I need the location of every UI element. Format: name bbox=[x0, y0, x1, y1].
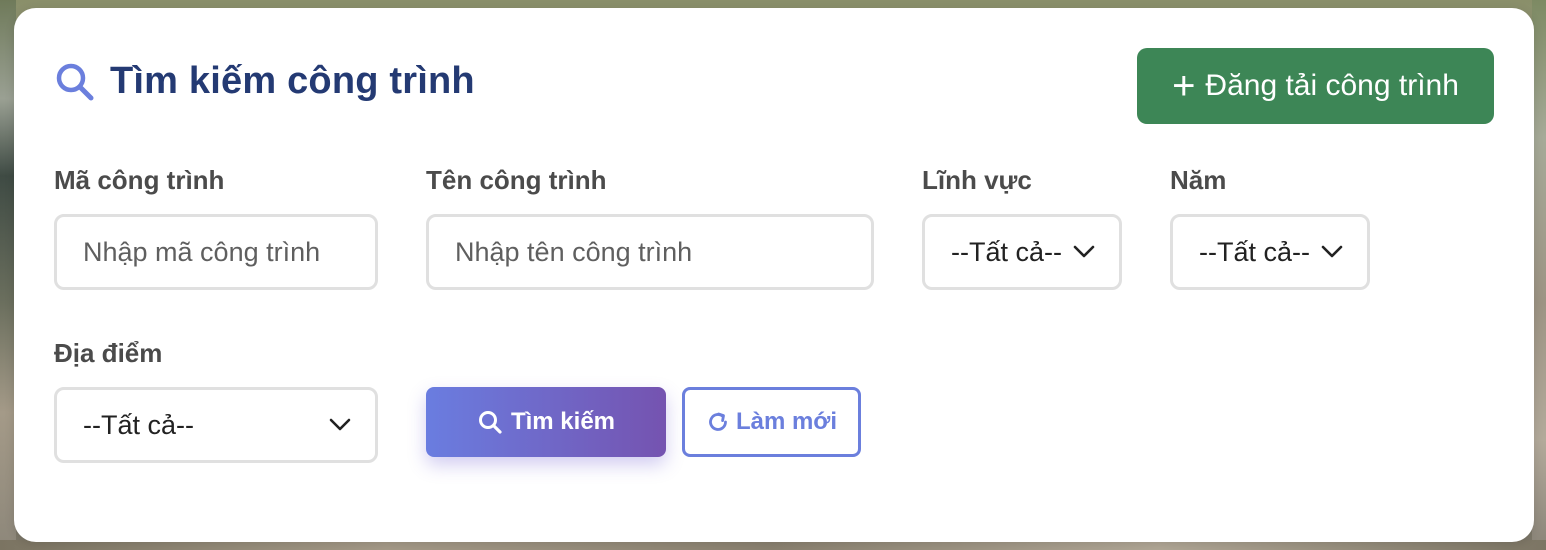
location-select[interactable]: --Tất cả-- bbox=[54, 387, 378, 463]
year-label: Năm bbox=[1170, 165, 1227, 195]
reset-button[interactable]: Làm mới bbox=[682, 387, 861, 457]
search-icon bbox=[54, 61, 96, 103]
page-title: Tìm kiếm công trình bbox=[110, 60, 475, 102]
location-select-value: --Tất cả-- bbox=[83, 409, 194, 440]
field-select-value: --Tất cả-- bbox=[951, 236, 1062, 267]
upload-project-button[interactable]: + Đăng tải công trình bbox=[1137, 48, 1494, 124]
refresh-icon bbox=[709, 412, 727, 431]
search-icon bbox=[478, 411, 502, 434]
search-panel: Tìm kiếm công trình + Đăng tải công trìn… bbox=[14, 8, 1534, 542]
field-select[interactable]: --Tất cả-- bbox=[922, 214, 1122, 290]
year-select[interactable]: --Tất cả-- bbox=[1170, 214, 1370, 290]
panel-header: Tìm kiếm công trình bbox=[54, 60, 475, 103]
search-button[interactable]: Tìm kiếm bbox=[426, 387, 666, 457]
field-label: Lĩnh vực bbox=[922, 165, 1032, 195]
chevron-down-icon bbox=[1073, 245, 1095, 258]
plus-icon: + bbox=[1172, 64, 1196, 108]
year-select-value: --Tất cả-- bbox=[1199, 236, 1310, 267]
chevron-down-icon bbox=[1321, 245, 1343, 258]
project-code-input[interactable] bbox=[54, 214, 378, 290]
reset-button-label: Làm mới bbox=[735, 408, 838, 435]
location-label: Địa điểm bbox=[54, 338, 163, 368]
code-label: Mã công trình bbox=[54, 165, 225, 195]
chevron-down-icon bbox=[329, 418, 351, 431]
search-button-label: Tìm kiếm bbox=[510, 408, 616, 435]
project-name-input[interactable] bbox=[426, 214, 874, 290]
upload-button-label: Đăng tải công trình bbox=[1205, 69, 1459, 102]
name-label: Tên công trình bbox=[426, 165, 607, 195]
background-photo-right bbox=[1532, 0, 1546, 550]
